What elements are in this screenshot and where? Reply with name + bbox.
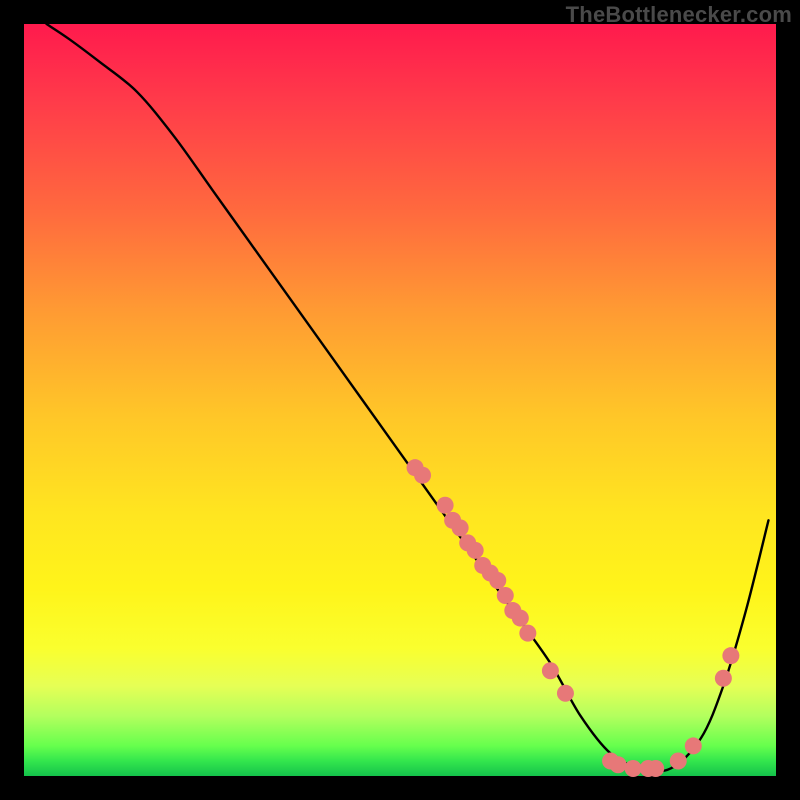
data-point bbox=[557, 685, 574, 702]
chart-container: TheBottlenecker.com bbox=[0, 0, 800, 800]
curve-line bbox=[47, 24, 769, 771]
data-point bbox=[722, 647, 739, 664]
chart-svg bbox=[24, 24, 776, 776]
data-point bbox=[519, 625, 536, 642]
data-point bbox=[542, 662, 559, 679]
data-point bbox=[715, 670, 732, 687]
data-point bbox=[497, 587, 514, 604]
data-point bbox=[467, 542, 484, 559]
data-point bbox=[670, 752, 687, 769]
data-point bbox=[489, 572, 506, 589]
data-point bbox=[414, 467, 431, 484]
data-point bbox=[452, 519, 469, 536]
data-point bbox=[625, 760, 642, 777]
data-point bbox=[685, 737, 702, 754]
data-point bbox=[437, 497, 454, 514]
data-point bbox=[647, 760, 664, 777]
data-points bbox=[407, 459, 740, 777]
data-point bbox=[512, 610, 529, 627]
data-point bbox=[610, 756, 627, 773]
